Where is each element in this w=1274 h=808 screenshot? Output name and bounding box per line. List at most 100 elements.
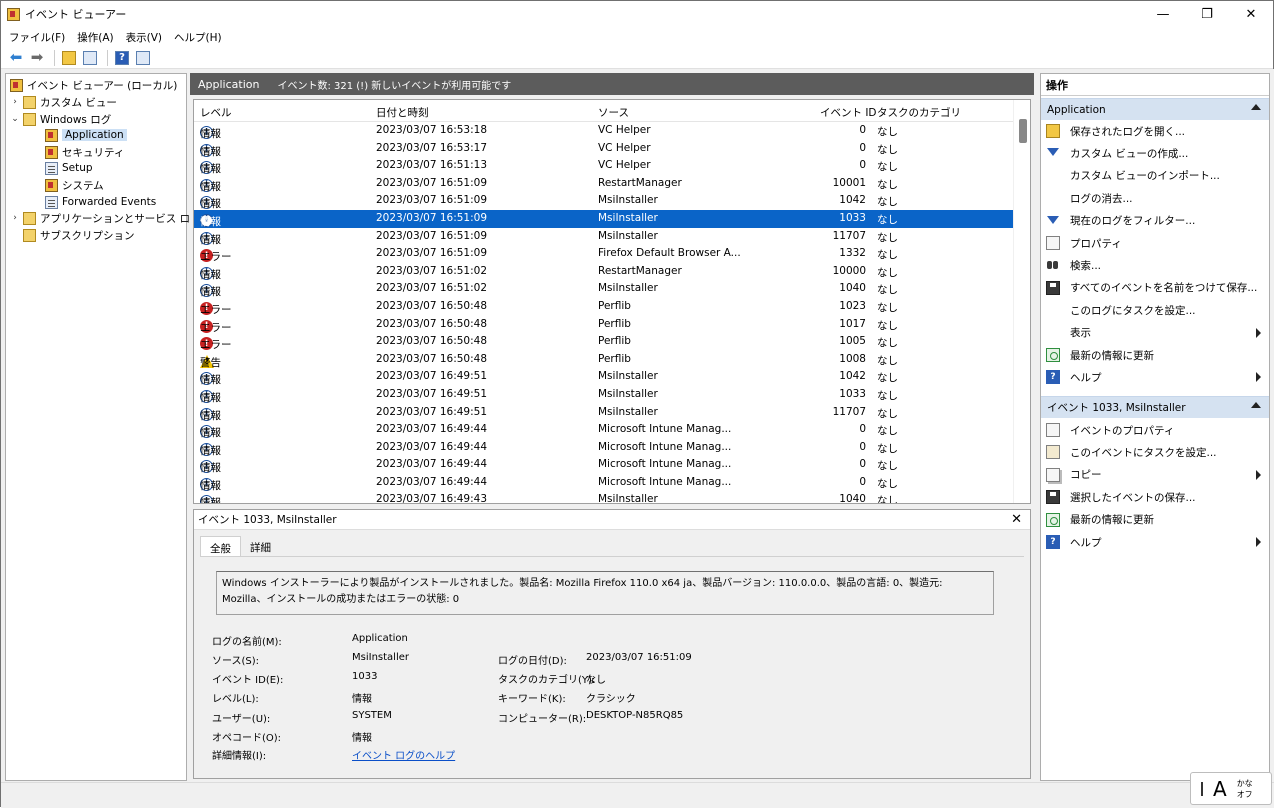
table-row[interactable]: i 情報 2023/03/07 16:51:09 MsiInstaller 1033 なし	[194, 209, 1014, 228]
tree-item-custom-views[interactable]: › カスタム ビュー	[10, 94, 117, 110]
minimize-button[interactable]: —	[1141, 1, 1185, 27]
tree-item-setup[interactable]: Setup	[42, 160, 93, 176]
maximize-button[interactable]: ❐	[1185, 1, 1229, 27]
collapse-icon[interactable]: ⌄	[10, 114, 20, 124]
column-task-category[interactable]: タスクのカテゴリ	[877, 105, 961, 120]
cell-date-time: 2023/03/07 16:51:09	[376, 229, 488, 242]
action-item[interactable]: プロパティ	[1041, 232, 1269, 254]
tree-item-security[interactable]: セキュリティ	[42, 144, 124, 160]
collapse-arrow-icon[interactable]	[1251, 104, 1261, 110]
ime-kana-state: かな オフ	[1237, 778, 1253, 800]
cell-source: MsiInstaller	[598, 211, 658, 224]
actions-section-event[interactable]: イベント 1033, MsiInstaller	[1041, 396, 1269, 418]
table-row[interactable]: i 情報 2023/03/07 16:51:02 MsiInstaller 1040 なし	[194, 280, 1014, 298]
menu-help[interactable]: ヘルプ(H)	[174, 30, 222, 45]
action-label: 表示	[1070, 327, 1091, 340]
table-row[interactable]: i 情報 2023/03/07 16:51:02 RestartManager 1000…	[194, 263, 1014, 281]
label-task-category: タスクのカテゴリ(Y):	[498, 675, 596, 686]
table-row[interactable]: i 情報 2023/03/07 16:49:44 Microsoft Intune M…	[194, 456, 1014, 474]
action-label: 現在のログをフィルター...	[1070, 215, 1196, 228]
help-button[interactable]: ?	[113, 49, 131, 67]
ime-indicator[interactable]: A かな オフ	[1190, 772, 1272, 805]
close-detail-icon[interactable]: ✕	[1011, 512, 1022, 527]
table-row[interactable]: ! エラー 2023/03/07 16:51:09 Firefox Default B…	[194, 245, 1014, 263]
table-row[interactable]: i 情報 2023/03/07 16:53:18 VC Helper 0 なし	[194, 122, 1014, 140]
action-item[interactable]: カスタム ビューの作成...	[1041, 142, 1269, 164]
action-item[interactable]: ログの消去...	[1041, 187, 1269, 209]
action-item[interactable]: ? ヘルプ	[1041, 366, 1269, 388]
column-source[interactable]: ソース	[598, 105, 629, 120]
table-row[interactable]: i 情報 2023/03/07 16:49:44 Microsoft Intune M…	[194, 439, 1014, 457]
cell-task-category: なし	[877, 231, 898, 244]
table-row[interactable]: i 情報 2023/03/07 16:49:51 MsiInstaller 11707 な…	[194, 404, 1014, 422]
table-row[interactable]: i 情報 2023/03/07 16:51:13 VC Helper 0 なし	[194, 157, 1014, 175]
show-hide-tree-button[interactable]	[81, 49, 99, 67]
action-item[interactable]: このログにタスクを設定...	[1041, 299, 1269, 321]
tree-item-label: Setup	[62, 162, 93, 174]
back-button[interactable]: ⬅	[7, 49, 25, 67]
table-row[interactable]: ! エラー 2023/03/07 16:50:48 Perflib 1017 なし	[194, 316, 1014, 334]
tree-item-subscriptions[interactable]: サブスクリプション	[20, 227, 135, 243]
table-row[interactable]: i 情報 2023/03/07 16:53:17 VC Helper 0 なし	[194, 140, 1014, 158]
tree-item-windows-logs[interactable]: ⌄ Windows ログ	[10, 111, 111, 127]
menu-view[interactable]: 表示(V)	[126, 30, 162, 45]
table-row[interactable]: 警告 2023/03/07 16:50:48 Perflib 1008 なし	[194, 351, 1014, 369]
event-message[interactable]: Windows インストーラーにより製品がインストールされました。製品名: Mo…	[216, 571, 994, 615]
folder-icon	[23, 95, 36, 109]
expand-icon[interactable]: ›	[10, 213, 20, 223]
close-button[interactable]: ✕	[1229, 1, 1273, 27]
table-row[interactable]: i 情報 2023/03/07 16:49:44 Microsoft Intune M…	[194, 421, 1014, 439]
tree-item-application[interactable]: Application	[42, 127, 127, 143]
column-date-time[interactable]: 日付と時刻	[376, 105, 429, 120]
scroll-thumb[interactable]	[1019, 119, 1027, 143]
cell-event-id: 1332	[839, 247, 866, 260]
action-item[interactable]: 検索...	[1041, 254, 1269, 276]
menu-file[interactable]: ファイル(F)	[9, 30, 65, 45]
column-event-id[interactable]: イベント ID	[820, 105, 877, 120]
event-log-help-link[interactable]: イベント ログのヘルプ	[352, 747, 455, 762]
tree-root[interactable]: イベント ビューアー (ローカル)	[10, 77, 177, 93]
action-item[interactable]: イベントのプロパティ	[1041, 419, 1269, 441]
action-item[interactable]: カスタム ビューのインポート...	[1041, 165, 1269, 187]
value-computer: DESKTOP-N85RQ85	[586, 710, 684, 721]
action-item[interactable]: 表示	[1041, 322, 1269, 344]
action-item[interactable]: コピー	[1041, 464, 1269, 486]
cell-level: 警告	[200, 353, 221, 369]
actions-section-application[interactable]: Application	[1041, 98, 1269, 120]
expand-icon[interactable]: ›	[10, 97, 20, 107]
table-row[interactable]: ! エラー 2023/03/07 16:50:48 Perflib 1023 なし	[194, 298, 1014, 316]
action-item[interactable]: 選択したイベントの保存...	[1041, 486, 1269, 508]
table-row[interactable]: i 情報 2023/03/07 16:49:51 MsiInstaller 1042 なし	[194, 368, 1014, 386]
menu-action[interactable]: 操作(A)	[77, 30, 113, 45]
table-row[interactable]: i 情報 2023/03/07 16:49:51 MsiInstaller 1033 なし	[194, 386, 1014, 404]
action-item[interactable]: このイベントにタスクを設定...	[1041, 441, 1269, 463]
cell-event-id: 1008	[839, 352, 866, 365]
forward-button[interactable]: ➡	[28, 49, 46, 67]
tab-general[interactable]: 全般	[200, 536, 241, 556]
label-source: ソース(S):	[212, 656, 260, 667]
table-row[interactable]: i 情報 2023/03/07 16:51:09 RestartManager 1000…	[194, 175, 1014, 193]
action-item[interactable]: 最新の情報に更新	[1041, 344, 1269, 366]
table-row[interactable]: i 情報 2023/03/07 16:51:09 MsiInstaller 1042 なし	[194, 192, 1014, 210]
action-item[interactable]: すべてのイベントを名前をつけて保存...	[1041, 277, 1269, 299]
tree-item-app-services-logs[interactable]: › アプリケーションとサービス ログ	[10, 210, 201, 226]
up-folder-button[interactable]	[60, 49, 78, 67]
cell-source: MsiInstaller	[598, 387, 658, 400]
table-row[interactable]: i 情報 2023/03/07 16:49:43 MsiInstaller 1040 なし	[194, 491, 1014, 503]
vertical-scrollbar[interactable]	[1013, 100, 1030, 503]
collapse-arrow-icon[interactable]	[1251, 402, 1261, 408]
action-item[interactable]: ? ヘルプ	[1041, 531, 1269, 553]
column-level[interactable]: レベル	[200, 105, 232, 120]
action-item[interactable]: 保存されたログを開く...	[1041, 120, 1269, 142]
action-item[interactable]: 最新の情報に更新	[1041, 509, 1269, 531]
action-label: 検索...	[1070, 259, 1102, 272]
action-item[interactable]: 現在のログをフィルター...	[1041, 210, 1269, 232]
table-row[interactable]: i 情報 2023/03/07 16:49:44 Microsoft Intune M…	[194, 474, 1014, 492]
tree-item-system[interactable]: システム	[42, 177, 104, 193]
table-row[interactable]: i 情報 2023/03/07 16:51:09 MsiInstaller 11707 な…	[194, 228, 1014, 246]
cell-task-category: なし	[877, 389, 898, 402]
table-row[interactable]: ! エラー 2023/03/07 16:50:48 Perflib 1005 なし	[194, 333, 1014, 351]
show-action-pane-button[interactable]	[134, 49, 152, 67]
tab-details[interactable]: 詳細	[241, 536, 280, 556]
tree-item-forwarded-events[interactable]: Forwarded Events	[42, 194, 156, 210]
